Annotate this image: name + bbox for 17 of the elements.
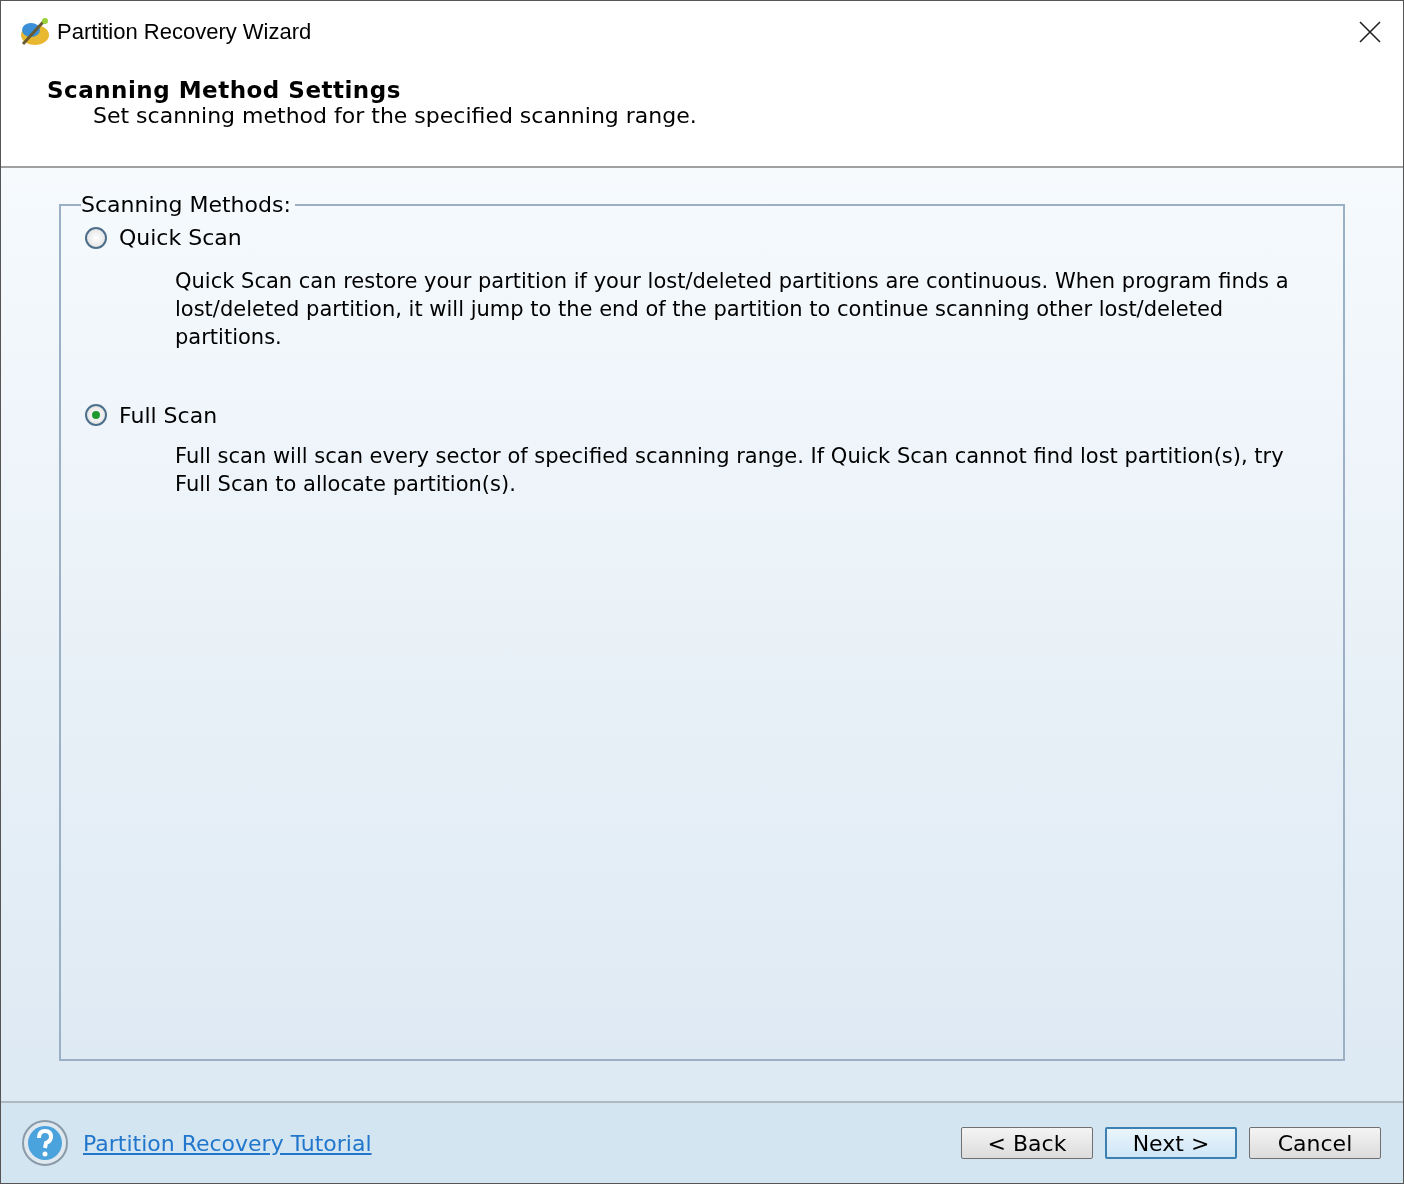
group-label: Scanning Methods:	[81, 192, 292, 217]
page-subtitle: Set scanning method for the specified scanning range.	[93, 103, 698, 128]
scan-method-radio[interactable]: Full Scan	[85, 402, 218, 428]
dialog-button[interactable]: Next >	[1105, 1127, 1237, 1159]
help-icon[interactable]	[21, 1119, 69, 1167]
option-description: Full scan will scan every sector of specified scanning range. If Quick Scan cannot find lost partition(s), try Full Scan to allocate partition(s).	[175, 442, 1285, 498]
dialog-button[interactable]: < Back	[961, 1127, 1093, 1159]
option-description: Quick Scan can restore your partition if your lost/deleted partitions are continuous. When program finds a lost/deleted partition, it will jump to the end of the partition to continue scanning other lost/deleted partitions.	[175, 267, 1290, 351]
window-title: Partition Recovery Wizard	[57, 19, 312, 45]
scan-method-radio[interactable]: Quick Scan	[85, 225, 242, 250]
radio-icon[interactable]	[85, 226, 107, 249]
tutorial-link[interactable]: Partition Recovery Tutorial	[83, 1130, 372, 1156]
close-icon[interactable]	[1359, 21, 1381, 43]
radio-icon[interactable]	[85, 404, 107, 426]
dialog-button[interactable]: Cancel	[1249, 1127, 1381, 1159]
wizard-app-icon	[19, 16, 51, 48]
page-title: Scanning Method Settings	[47, 77, 402, 103]
